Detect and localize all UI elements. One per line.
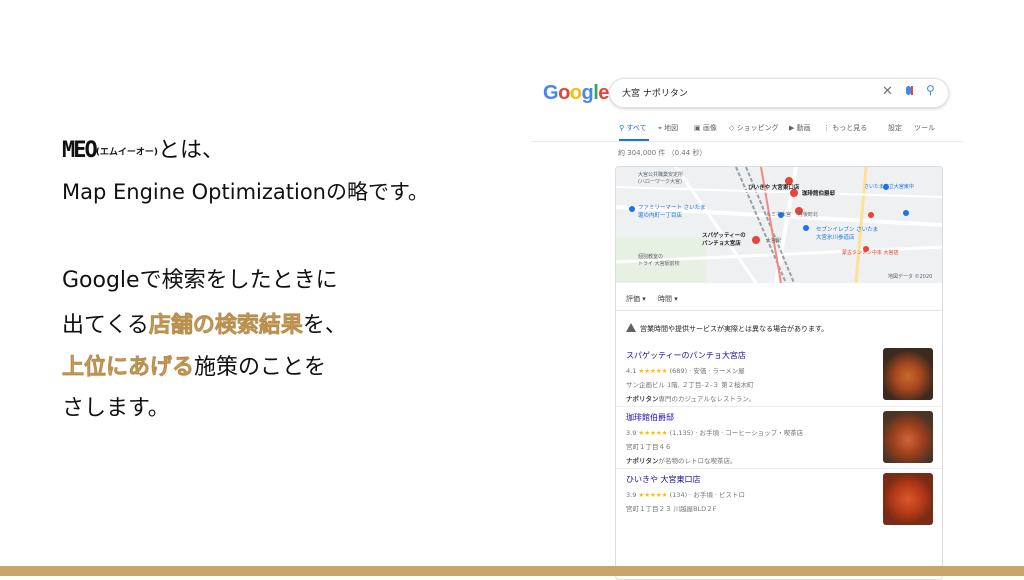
notice: 営業時間や提供サービスが実際とは異なる場合があります。 <box>626 323 828 334</box>
tab-all[interactable]: ⚲ すべて <box>619 123 647 133</box>
result-desc-bold: ナポリタン <box>626 395 659 403</box>
result-divider <box>616 406 942 407</box>
warning-icon <box>626 323 636 332</box>
result-rating: 3.9 <box>626 429 637 437</box>
tab-images[interactable]: ▣ 画像 <box>694 123 717 133</box>
map-label: 丹後町北 <box>798 212 819 218</box>
result-reviews: (689) · 安価 · ラーメン屋 <box>669 367 745 375</box>
meo-term: MEO <box>62 138 98 163</box>
map-label: 大宮公共職業安定所 (ハローワーク大宮) <box>638 172 684 185</box>
tab-maps-label: 地図 <box>664 124 679 132</box>
tab-more-label: もっと見る <box>832 124 868 132</box>
result-rating: 4.1 <box>626 367 637 375</box>
tab-images-label: 画像 <box>702 124 717 132</box>
body-line-2: 出てくる店舗の検索結果を、 <box>62 307 347 339</box>
highlight-store-results: 店舗の検索結果 <box>148 313 304 339</box>
result-description: ナポリタン専門のカジュアルなレストラン。 <box>626 393 926 403</box>
result-name[interactable]: スパゲッティーのパンチョ大宮店 <box>626 350 926 361</box>
map-label: セブンイレブン さいたま 大宮氷川参道店 <box>816 227 879 241</box>
google-logo: Google <box>543 82 609 104</box>
map-label: 蒙古タンメン中本 大宮店 <box>842 250 899 256</box>
result-address: 宮町１丁目４６ <box>626 443 672 451</box>
result-address: サン企画ビル 1階, ２丁目-２-３ 第２桜木町 <box>626 381 754 389</box>
filters: 評価 ▾ 時間 ▾ <box>626 294 678 304</box>
mic-accent <box>911 86 913 95</box>
search-box[interactable]: 大宮 ナポリタン ✕ ⚲ <box>609 78 949 108</box>
google-search-screenshot: Google 大宮 ナポリタン ✕ ⚲ ⚲ すべて ⌖ 地図 ▣ 画像 ◇ ショ… <box>531 66 963 580</box>
filters-divider <box>616 310 942 311</box>
tab-maps[interactable]: ⌖ 地図 <box>658 123 678 133</box>
body-line-4: さします。 <box>62 396 170 421</box>
result-reviews: (134) · お手頃 · ビストロ <box>669 491 746 499</box>
clear-icon[interactable]: ✕ <box>882 84 893 99</box>
result-photo[interactable] <box>883 411 933 463</box>
bottom-accent-bar <box>0 566 1024 576</box>
result-divider <box>616 468 942 469</box>
tab-settings[interactable]: 設定 <box>888 123 902 133</box>
filter-rating-label: 評価 <box>626 295 640 303</box>
map-label: ルミネ大宮 <box>766 212 792 218</box>
star-icons: ★★★★★ <box>638 491 668 499</box>
map-label: さいたま市立大宮東中 <box>864 184 914 190</box>
body-line-2-suffix: を、 <box>302 313 347 338</box>
headline-line-1-suffix: とは、 <box>157 138 224 163</box>
map-label: 珈琲館伯爵邸 <box>802 191 836 197</box>
result-photo[interactable] <box>883 473 933 525</box>
tab-shopping[interactable]: ◇ ショッピング <box>729 123 779 133</box>
search-icon[interactable]: ⚲ <box>926 83 935 97</box>
map-attribution: 地図データ ©2020 <box>888 274 933 280</box>
star-icons: ★★★★★ <box>638 429 668 437</box>
result-desc: 専門のカジュアルなレストラン。 <box>658 395 755 403</box>
result-desc-bold: ナポリタン <box>626 457 659 465</box>
tab-all-label: すべて <box>626 124 647 132</box>
map-label: スパゲッティーの パンチョ大宮店 <box>702 233 746 247</box>
result-reviews: (1,135) · お手頃 · コーヒーショップ・喫茶店 <box>669 429 804 437</box>
result-count: 約 304,000 件 （0.44 秒） <box>618 149 707 157</box>
notice-text: 営業時間や提供サービスが実際とは異なる場合があります。 <box>640 325 829 333</box>
filter-rating[interactable]: 評価 ▾ <box>626 295 646 303</box>
result-rating-row: 3.9 ★★★★★ (1,135) · お手頃 · コーヒーショップ・喫茶店 <box>626 427 926 437</box>
result-name[interactable]: ひいきや 大宮東口店 <box>626 474 926 485</box>
map[interactable]: 大宮公共職業安定所 (ハローワーク大宮) ひいきや 大宮東口店 珈琲館伯爵邸 さ… <box>616 167 942 283</box>
headline-line-1: MEO(エムイーオー)とは、 <box>62 132 224 164</box>
body-line-3: 上位にあげる施策のことを <box>62 349 326 381</box>
headline-line-2: Map Engine Optimizationの略です。 <box>62 180 429 204</box>
search-query[interactable]: 大宮 ナポリタン <box>622 86 688 99</box>
highlight-rank-up: 上位にあげる <box>62 355 195 381</box>
body-line-2-prefix: 出てくる <box>62 313 149 338</box>
result-address: 宮町１丁目２３ 川越屋BLD２F <box>626 505 717 513</box>
body-line-1: Googleで検索をしたときに <box>62 268 338 293</box>
result-photo[interactable] <box>883 348 933 400</box>
star-icons: ★★★★★ <box>638 367 668 375</box>
map-label: 個別教室の トライ 大宮駅前校 <box>638 254 680 267</box>
map-label: ひいきや 大宮東口店 <box>748 185 800 191</box>
result-item[interactable]: 珈琲館伯爵邸 3.9 ★★★★★ (1,135) · お手頃 · コーヒーショッ… <box>626 412 926 465</box>
filter-hours-label: 時間 <box>657 295 672 303</box>
tab-videos-label: 動画 <box>796 124 811 132</box>
tab-tools[interactable]: ツール <box>914 123 935 133</box>
result-desc: が名物のレトロな喫茶店。 <box>658 457 737 465</box>
result-description: ナポリタンが名物のレトロな喫茶店。 <box>626 455 926 465</box>
tab-shopping-label: ショッピング <box>736 124 779 132</box>
tabs-divider <box>531 141 963 142</box>
tab-more[interactable]: ⋮ もっと見る <box>823 123 867 133</box>
result-rating-row: 4.1 ★★★★★ (689) · 安価 · ラーメン屋 <box>626 365 926 375</box>
result-rating: 3.9 <box>626 491 637 499</box>
map-label: 大宮駅 <box>766 238 782 244</box>
result-rating-row: 3.9 ★★★★★ (134) · お手頃 · ビストロ <box>626 489 926 499</box>
map-label: ファミリーマート さいたま 堀の内町一丁目店 <box>638 205 706 219</box>
body-line-3-suffix: 施策のことを <box>194 355 327 380</box>
result-item[interactable]: スパゲッティーのパンチョ大宮店 4.1 ★★★★★ (689) · 安価 · ラ… <box>626 350 926 403</box>
local-pack-card: 大宮公共職業安定所 (ハローワーク大宮) ひいきや 大宮東口店 珈琲館伯爵邸 さ… <box>615 166 943 580</box>
filter-hours[interactable]: 時間 ▾ <box>658 295 678 303</box>
result-item[interactable]: ひいきや 大宮東口店 3.9 ★★★★★ (134) · お手頃 · ビストロ … <box>626 474 926 513</box>
result-name[interactable]: 珈琲館伯爵邸 <box>626 412 926 423</box>
tab-videos[interactable]: ▶ 動画 <box>789 123 811 133</box>
meo-reading: (エムイーオー) <box>95 147 158 158</box>
